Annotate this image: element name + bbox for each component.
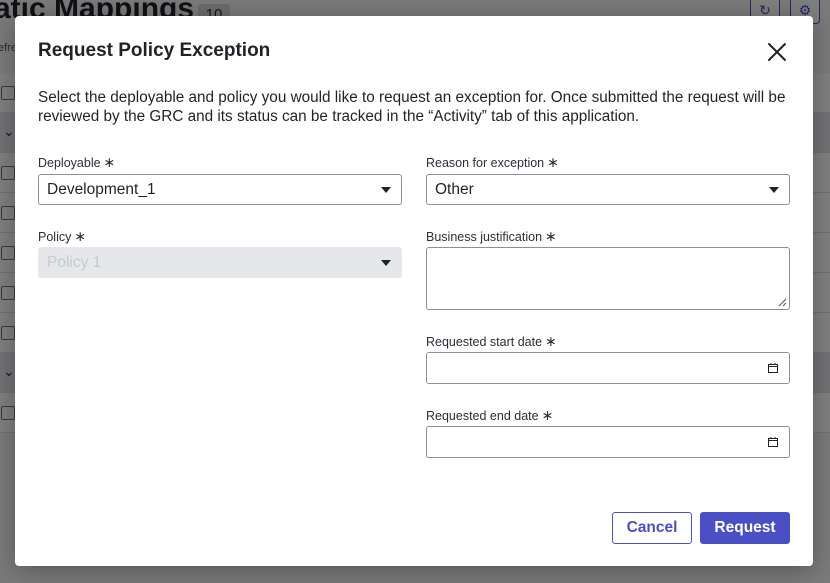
dropdown-caret-icon xyxy=(769,187,779,193)
justification-label: Business justification ∗ xyxy=(426,228,557,245)
required-marker: ∗ xyxy=(545,333,557,349)
request-button[interactable]: Request xyxy=(700,512,790,544)
deployable-value: Development_1 xyxy=(47,181,156,198)
end-date-input[interactable] xyxy=(426,426,790,458)
required-marker: ∗ xyxy=(545,228,557,244)
reason-label-text: Reason for exception xyxy=(426,156,545,170)
cancel-button[interactable]: Cancel xyxy=(612,512,692,544)
policy-label: Policy ∗ xyxy=(38,228,86,245)
dialog-description: Select the deployable and policy you wou… xyxy=(38,89,786,125)
calendar-icon[interactable] xyxy=(768,363,778,373)
deployable-select[interactable]: Development_1 xyxy=(38,174,402,205)
start-date-label-text: Requested start date xyxy=(426,335,543,349)
end-date-label: Requested end date ∗ xyxy=(426,407,553,424)
calendar-icon[interactable] xyxy=(768,437,778,447)
reason-label: Reason for exception ∗ xyxy=(426,154,559,171)
start-date-label: Requested start date ∗ xyxy=(426,333,557,350)
dropdown-caret-icon xyxy=(381,187,391,193)
policy-label-text: Policy xyxy=(38,230,72,244)
required-marker: ∗ xyxy=(103,154,116,170)
dropdown-caret-icon xyxy=(381,260,391,266)
close-icon xyxy=(768,43,786,61)
dialog-title: Request Policy Exception xyxy=(38,40,271,61)
start-date-input[interactable] xyxy=(426,352,790,384)
resize-handle-icon[interactable] xyxy=(778,298,787,307)
reason-select[interactable]: Other xyxy=(426,174,790,205)
deployable-label-text: Deployable xyxy=(38,156,101,170)
deployable-label: Deployable ∗ xyxy=(38,154,115,171)
justification-label-text: Business justification xyxy=(426,230,543,244)
required-marker: ∗ xyxy=(541,407,554,423)
required-marker: ∗ xyxy=(547,154,559,170)
justification-textarea[interactable] xyxy=(426,247,790,310)
end-date-label-text: Requested end date xyxy=(426,409,539,423)
required-marker: ∗ xyxy=(74,228,87,244)
reason-value: Other xyxy=(435,181,474,198)
policy-select: Policy 1 xyxy=(38,247,402,278)
request-policy-exception-dialog: Request Policy Exception Select the depl… xyxy=(15,16,813,566)
policy-value: Policy 1 xyxy=(47,254,102,271)
close-button[interactable] xyxy=(765,40,789,64)
